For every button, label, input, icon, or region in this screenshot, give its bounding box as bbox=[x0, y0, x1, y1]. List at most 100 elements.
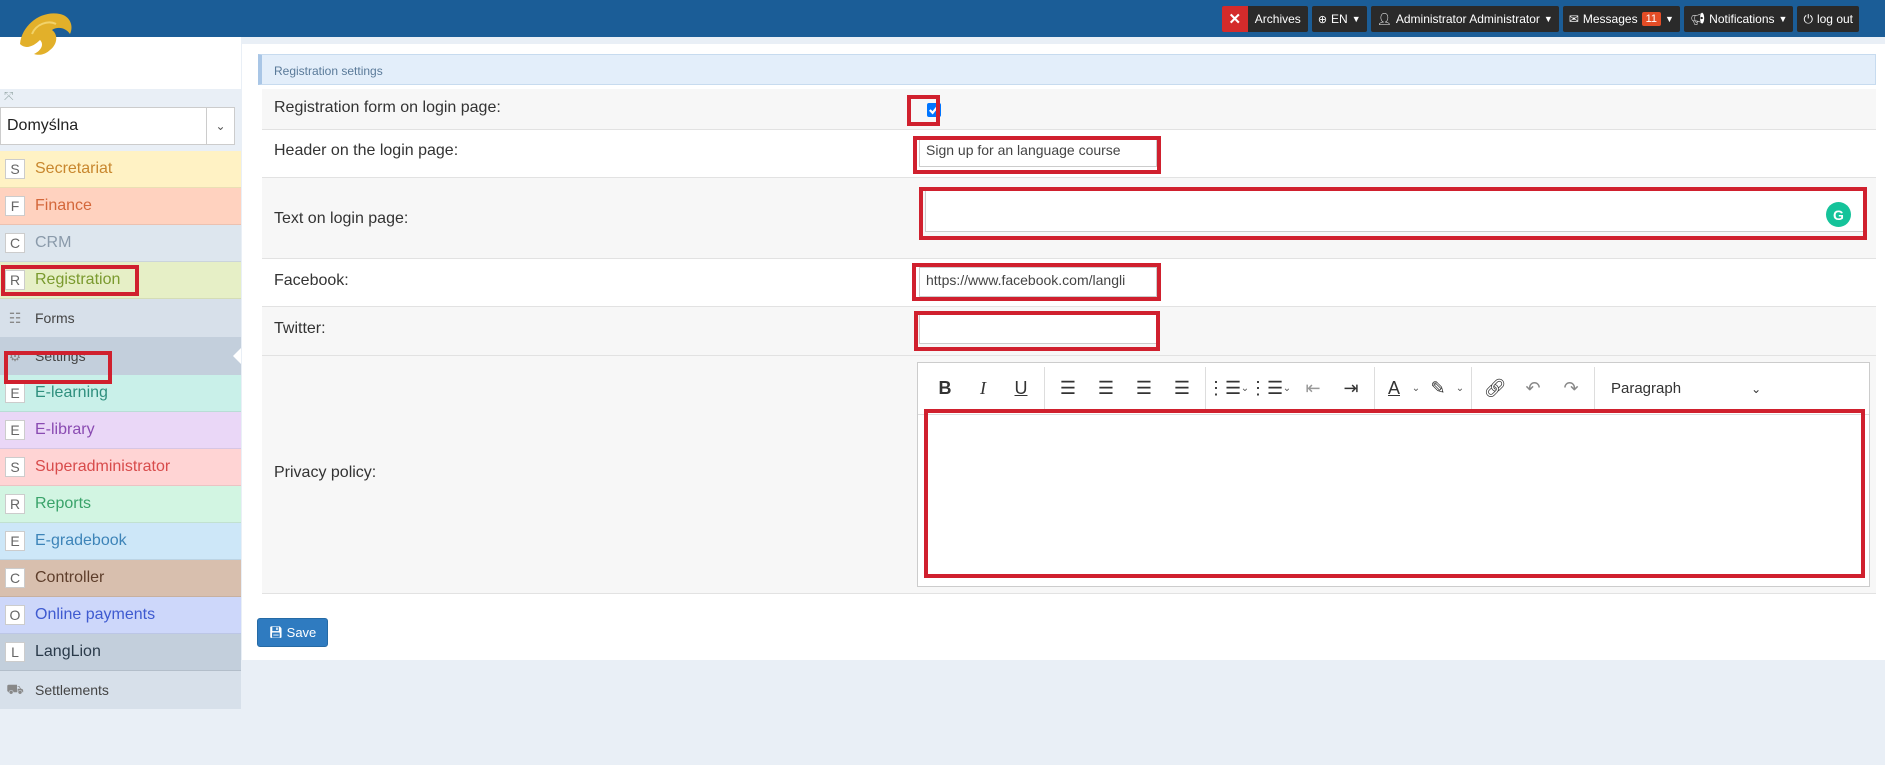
toolbar-divider bbox=[1044, 366, 1045, 411]
chevron-down-icon: ⌄ bbox=[1751, 381, 1762, 396]
header-input[interactable]: Sign up for an language course bbox=[919, 137, 1157, 167]
twitter-input[interactable] bbox=[919, 314, 1157, 344]
module-letter-badge: O bbox=[5, 605, 25, 625]
sidebar-subitem-settings[interactable]: ⚙ Settings bbox=[0, 337, 241, 375]
sidebar-item-label: LangLion bbox=[35, 643, 101, 660]
module-letter-badge: S bbox=[5, 457, 25, 477]
chevron-down-icon[interactable]: ⌄ bbox=[1280, 383, 1294, 394]
sidebar-item-label: CRM bbox=[35, 234, 72, 251]
numbered-list-icon[interactable]: ⋮☰ bbox=[1249, 372, 1283, 406]
sidebar-item-reports[interactable]: R Reports bbox=[0, 486, 241, 523]
messages-label: Messages bbox=[1582, 12, 1638, 26]
register-icon: ⛟ bbox=[6, 680, 24, 697]
twitter-label: Twitter: bbox=[274, 320, 326, 337]
sidebar-subitem-label: Settlements bbox=[35, 682, 109, 698]
form-icon: ☷ bbox=[8, 309, 22, 326]
caret-down-icon: ▼ bbox=[1351, 14, 1361, 24]
toolbar-divider bbox=[1471, 366, 1472, 411]
align-center-icon[interactable]: ☰ bbox=[1087, 372, 1125, 406]
align-justify-icon[interactable]: ☰ bbox=[1163, 372, 1201, 406]
text-input[interactable] bbox=[925, 189, 1866, 232]
gear-icon: ⚙ bbox=[8, 347, 22, 364]
school-select[interactable]: Domyślna ⌄ bbox=[0, 107, 235, 145]
grammarly-icon[interactable]: G bbox=[1826, 202, 1851, 227]
font-color-icon[interactable]: A bbox=[1379, 372, 1409, 406]
sidebar-item-controller[interactable]: C Controller bbox=[0, 560, 241, 597]
panel-heading: Registration settings bbox=[258, 54, 1876, 85]
outdent-icon[interactable]: ⇤ bbox=[1294, 372, 1332, 406]
registration-form-checkbox[interactable] bbox=[927, 103, 941, 117]
sidebar-item-e-learning[interactable]: E E-learning bbox=[0, 375, 241, 412]
underline-icon[interactable]: U bbox=[1002, 372, 1040, 406]
sidebar-subitem-label: Forms bbox=[35, 310, 75, 326]
sidebar-item-registration[interactable]: R Registration bbox=[0, 262, 241, 299]
bold-icon[interactable]: B bbox=[926, 372, 964, 406]
langlion-logo[interactable]: LangLion bbox=[12, 4, 222, 80]
module-letter-badge: E bbox=[5, 531, 25, 551]
sidebar-item-crm[interactable]: C CRM bbox=[0, 225, 241, 262]
sidebar-subitem-settlements[interactable]: ⛟ Settlements bbox=[0, 671, 241, 709]
module-letter-badge: R bbox=[5, 270, 25, 290]
bulleted-list-icon[interactable]: ⋮☰ bbox=[1207, 372, 1241, 406]
sidebar-item-online-payments[interactable]: O Online payments bbox=[0, 597, 241, 634]
messages-menu[interactable]: ✉ Messages 11 ▼ bbox=[1562, 6, 1680, 32]
privacy-label: Privacy policy: bbox=[274, 464, 377, 481]
undo-icon[interactable]: ↶ bbox=[1514, 372, 1552, 406]
sidebar-subitem-forms[interactable]: ☷ Forms bbox=[0, 299, 241, 337]
sidebar-item-secretariat[interactable]: S Secretariat bbox=[0, 151, 241, 188]
paragraph-dropdown[interactable]: Paragraph ⌄ bbox=[1599, 380, 1761, 397]
collapse-icon[interactable]: ⤧ bbox=[4, 89, 14, 104]
close-icon: ✕ bbox=[1221, 6, 1248, 32]
toolbar-divider bbox=[1594, 366, 1595, 411]
module-letter-badge: L bbox=[5, 642, 25, 662]
align-left-icon[interactable]: ☰ bbox=[1049, 372, 1087, 406]
registration-form-row: Registration form on login page: bbox=[262, 89, 1876, 130]
link-icon[interactable]: 🔗︎ bbox=[1476, 372, 1514, 406]
module-letter-badge: C bbox=[5, 233, 25, 253]
sidebar-item-langlion[interactable]: L LangLion bbox=[0, 634, 241, 671]
redo-icon[interactable]: ↷ bbox=[1552, 372, 1590, 406]
sidebar-item-superadministrator[interactable]: S Superadministrator bbox=[0, 449, 241, 486]
sidebar-item-finance[interactable]: F Finance bbox=[0, 188, 241, 225]
sidebar: ⤧ Domyślna ⌄ S Secretariat F Finance C CRM R Re… bbox=[0, 37, 241, 765]
save-button[interactable]: 💾︎ Save bbox=[257, 618, 328, 647]
header-label: Header on the login page: bbox=[274, 142, 459, 159]
notifications-menu[interactable]: 📢︎ Notifications ▼ bbox=[1683, 6, 1794, 32]
archives-button[interactable]: ✕ Archives bbox=[1221, 6, 1308, 32]
facebook-input[interactable]: https://www.facebook.com/langli bbox=[919, 267, 1157, 297]
module-letter-badge: R bbox=[5, 494, 25, 514]
top-right-toolbar: ✕ Archives ⊕ EN ▼ 👤︎ Administrator Admin… bbox=[1221, 6, 1859, 32]
twitter-row: Twitter: bbox=[262, 307, 1876, 356]
user-menu[interactable]: 👤︎ Administrator Administrator ▼ bbox=[1370, 6, 1559, 32]
chevron-down-icon[interactable]: ⌄ bbox=[1409, 383, 1423, 394]
school-select-value: Domyślna bbox=[7, 117, 79, 134]
registration-form-label: Registration form on login page: bbox=[274, 99, 501, 116]
user-name: Administrator Administrator bbox=[1395, 12, 1540, 26]
archives-label: Archives bbox=[1254, 12, 1301, 26]
notifications-label: Notifications bbox=[1709, 12, 1775, 26]
logout-button[interactable]: ⏻ log out bbox=[1797, 6, 1859, 32]
module-letter-badge: C bbox=[5, 568, 25, 588]
language-label: EN bbox=[1331, 12, 1348, 26]
user-icon: 👤︎ bbox=[1376, 12, 1392, 26]
italic-icon[interactable]: I bbox=[964, 372, 1002, 406]
chevron-down-icon: ⌄ bbox=[206, 108, 234, 144]
sidebar-item-e-library[interactable]: E E-library bbox=[0, 412, 241, 449]
language-dropdown[interactable]: ⊕ EN ▼ bbox=[1311, 6, 1367, 32]
facebook-label: Facebook: bbox=[274, 272, 349, 289]
sidebar-item-label: Secretariat bbox=[35, 160, 113, 177]
sidebar-item-e-gradebook[interactable]: E E-gradebook bbox=[0, 523, 241, 560]
align-right-icon[interactable]: ☰ bbox=[1125, 372, 1163, 406]
toolbar-divider bbox=[1205, 366, 1206, 411]
uk-flag-icon: ⊕ bbox=[1317, 13, 1328, 26]
text-row: Text on login page: bbox=[262, 178, 1876, 259]
editor-toolbar: B I U ☰ ☰ ☰ ☰ ⋮☰ ⌄ ⋮☰ ⌄ ⇤ ⇥ A ⌄ ✎ ⌄ 🔗︎ ↶… bbox=[918, 363, 1869, 415]
module-letter-badge: S bbox=[5, 159, 25, 179]
indent-icon[interactable]: ⇥ bbox=[1332, 372, 1370, 406]
highlight-icon[interactable]: ✎ bbox=[1423, 372, 1453, 406]
header-row: Header on the login page: Sign up for an… bbox=[262, 130, 1876, 178]
sidebar-item-label: Superadministrator bbox=[35, 458, 171, 475]
chevron-down-icon[interactable]: ⌄ bbox=[1453, 383, 1467, 394]
active-pointer-icon bbox=[233, 348, 241, 364]
editor-content-area[interactable] bbox=[918, 415, 1869, 585]
